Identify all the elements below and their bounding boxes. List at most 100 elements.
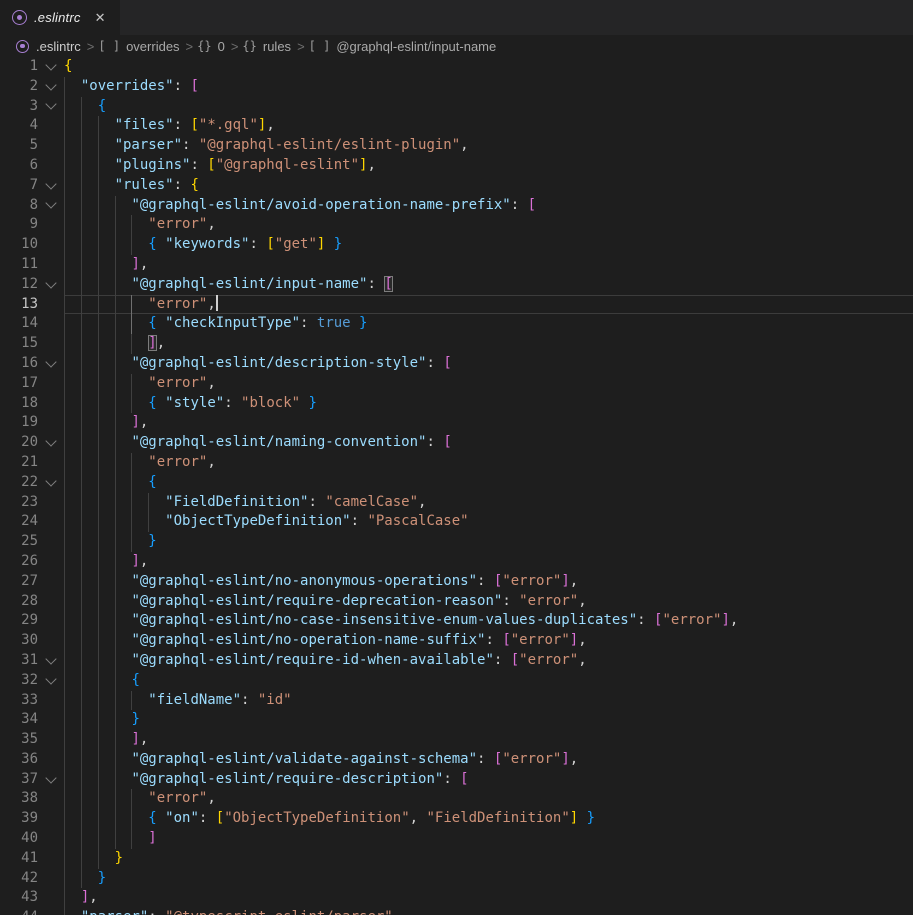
breadcrumb-item[interactable]: overrides [126, 39, 179, 54]
code-line[interactable]: 26 ], [0, 552, 913, 572]
fold-chevron-icon[interactable] [38, 770, 64, 790]
code-text[interactable]: "@graphql-eslint/validate-against-schema… [64, 750, 913, 770]
fold-chevron-icon[interactable] [38, 671, 64, 691]
code-line[interactable]: 17 "error", [0, 374, 913, 394]
fold-chevron-icon[interactable] [38, 196, 64, 216]
breadcrumb-item[interactable]: 0 [218, 39, 225, 54]
code-line[interactable]: 30 "@graphql-eslint/no-operation-name-su… [0, 631, 913, 651]
code-line[interactable]: 38 "error", [0, 789, 913, 809]
code-text[interactable]: "ObjectTypeDefinition": "PascalCase" [64, 512, 913, 532]
code-line[interactable]: 27 "@graphql-eslint/no-anonymous-operati… [0, 572, 913, 592]
code-line[interactable]: 13 "error", [0, 295, 913, 315]
code-text[interactable]: } [64, 532, 913, 552]
code-line[interactable]: 42 } [0, 869, 913, 889]
code-text[interactable]: "error", [64, 215, 913, 235]
code-text[interactable]: { "checkInputType": true } [64, 314, 913, 334]
code-line[interactable]: 18 { "style": "block" } [0, 394, 913, 414]
code-line[interactable]: 21 "error", [0, 453, 913, 473]
code-text[interactable]: ], [64, 413, 913, 433]
code-line[interactable]: 8 "@graphql-eslint/avoid-operation-name-… [0, 196, 913, 216]
code-text[interactable]: { "style": "block" } [64, 394, 913, 414]
code-text[interactable]: "files": ["*.gql"], [64, 116, 913, 136]
code-line[interactable]: 43 ], [0, 888, 913, 908]
tab-eslintrc[interactable]: .eslintrc ✕ [0, 0, 120, 35]
code-text[interactable]: ], [64, 888, 913, 908]
fold-chevron-icon[interactable] [38, 354, 64, 374]
code-line[interactable]: 34 } [0, 710, 913, 730]
code-line[interactable]: 36 "@graphql-eslint/validate-against-sch… [0, 750, 913, 770]
code-text[interactable]: "@graphql-eslint/avoid-operation-name-pr… [64, 196, 913, 216]
code-text[interactable]: } [64, 869, 913, 889]
code-text[interactable]: { [64, 97, 913, 117]
code-line[interactable]: 28 "@graphql-eslint/require-deprecation-… [0, 592, 913, 612]
breadcrumb-item[interactable]: rules [263, 39, 291, 54]
code-text[interactable]: "error", [64, 295, 913, 315]
code-text[interactable]: "error", [64, 374, 913, 394]
code-line[interactable]: 24 "ObjectTypeDefinition": "PascalCase" [0, 512, 913, 532]
code-text[interactable]: ], [64, 552, 913, 572]
code-line[interactable]: 3 { [0, 97, 913, 117]
code-line[interactable]: 29 "@graphql-eslint/no-case-insensitive-… [0, 611, 913, 631]
code-line[interactable]: 32 { [0, 671, 913, 691]
code-text[interactable]: ], [64, 255, 913, 275]
breadcrumb-item[interactable]: .eslintrc [36, 39, 81, 54]
code-line[interactable]: 22 { [0, 473, 913, 493]
fold-chevron-icon[interactable] [38, 473, 64, 493]
code-line[interactable]: 12 "@graphql-eslint/input-name": [ [0, 275, 913, 295]
code-line[interactable]: 20 "@graphql-eslint/naming-convention": … [0, 433, 913, 453]
code-text[interactable]: ], [64, 730, 913, 750]
code-line[interactable]: 4 "files": ["*.gql"], [0, 116, 913, 136]
code-text[interactable]: "@graphql-eslint/description-style": [ [64, 354, 913, 374]
code-text[interactable]: "@graphql-eslint/no-case-insensitive-enu… [64, 611, 913, 631]
close-icon[interactable]: ✕ [93, 10, 108, 25]
code-line[interactable]: 31 "@graphql-eslint/require-id-when-avai… [0, 651, 913, 671]
code-text[interactable]: "@graphql-eslint/require-description": [ [64, 770, 913, 790]
code-line[interactable]: 40 ] [0, 829, 913, 849]
code-line[interactable]: 1{ [0, 57, 913, 77]
code-text[interactable]: "error", [64, 453, 913, 473]
code-text[interactable]: "error", [64, 789, 913, 809]
code-text[interactable]: "rules": { [64, 176, 913, 196]
code-line[interactable]: 15 ], [0, 334, 913, 354]
fold-chevron-icon[interactable] [38, 651, 64, 671]
code-text[interactable]: "@graphql-eslint/naming-convention": [ [64, 433, 913, 453]
code-text[interactable]: } [64, 710, 913, 730]
code-line[interactable]: 41 } [0, 849, 913, 869]
code-text[interactable]: } [64, 849, 913, 869]
fold-chevron-icon[interactable] [38, 77, 64, 97]
fold-chevron-icon[interactable] [38, 57, 64, 77]
code-text[interactable]: "@graphql-eslint/require-id-when-availab… [64, 651, 913, 671]
code-text[interactable]: "parser": "@typescript-eslint/parser" [64, 908, 913, 915]
code-line[interactable]: 35 ], [0, 730, 913, 750]
code-line[interactable]: 19 ], [0, 413, 913, 433]
code-text[interactable]: ], [64, 334, 913, 354]
code-line[interactable]: 23 "FieldDefinition": "camelCase", [0, 493, 913, 513]
code-text[interactable]: { [64, 57, 913, 77]
code-text[interactable]: "plugins": ["@graphql-eslint"], [64, 156, 913, 176]
code-line[interactable]: 6 "plugins": ["@graphql-eslint"], [0, 156, 913, 176]
fold-chevron-icon[interactable] [38, 97, 64, 117]
code-text[interactable]: "fieldName": "id" [64, 691, 913, 711]
fold-chevron-icon[interactable] [38, 433, 64, 453]
code-line[interactable]: 14 { "checkInputType": true } [0, 314, 913, 334]
code-text[interactable]: "@graphql-eslint/no-operation-name-suffi… [64, 631, 913, 651]
breadcrumb-item[interactable]: @graphql-eslint/input-name [336, 39, 496, 54]
code-text[interactable]: { [64, 473, 913, 493]
code-line[interactable]: 7 "rules": { [0, 176, 913, 196]
code-line[interactable]: 11 ], [0, 255, 913, 275]
code-line[interactable]: 5 "parser": "@graphql-eslint/eslint-plug… [0, 136, 913, 156]
code-text[interactable]: { "on": ["ObjectTypeDefinition", "FieldD… [64, 809, 913, 829]
code-text[interactable]: "FieldDefinition": "camelCase", [64, 493, 913, 513]
code-line[interactable]: 39 { "on": ["ObjectTypeDefinition", "Fie… [0, 809, 913, 829]
code-line[interactable]: 25 } [0, 532, 913, 552]
fold-chevron-icon[interactable] [38, 275, 64, 295]
code-text[interactable]: ] [64, 829, 913, 849]
code-line[interactable]: 10 { "keywords": ["get"] } [0, 235, 913, 255]
code-line[interactable]: 2 "overrides": [ [0, 77, 913, 97]
code-line[interactable]: 33 "fieldName": "id" [0, 691, 913, 711]
code-text[interactable]: "@graphql-eslint/input-name": [ [64, 275, 913, 295]
code-text[interactable]: "overrides": [ [64, 77, 913, 97]
code-line[interactable]: 9 "error", [0, 215, 913, 235]
code-text[interactable]: { "keywords": ["get"] } [64, 235, 913, 255]
code-line[interactable]: 16 "@graphql-eslint/description-style": … [0, 354, 913, 374]
